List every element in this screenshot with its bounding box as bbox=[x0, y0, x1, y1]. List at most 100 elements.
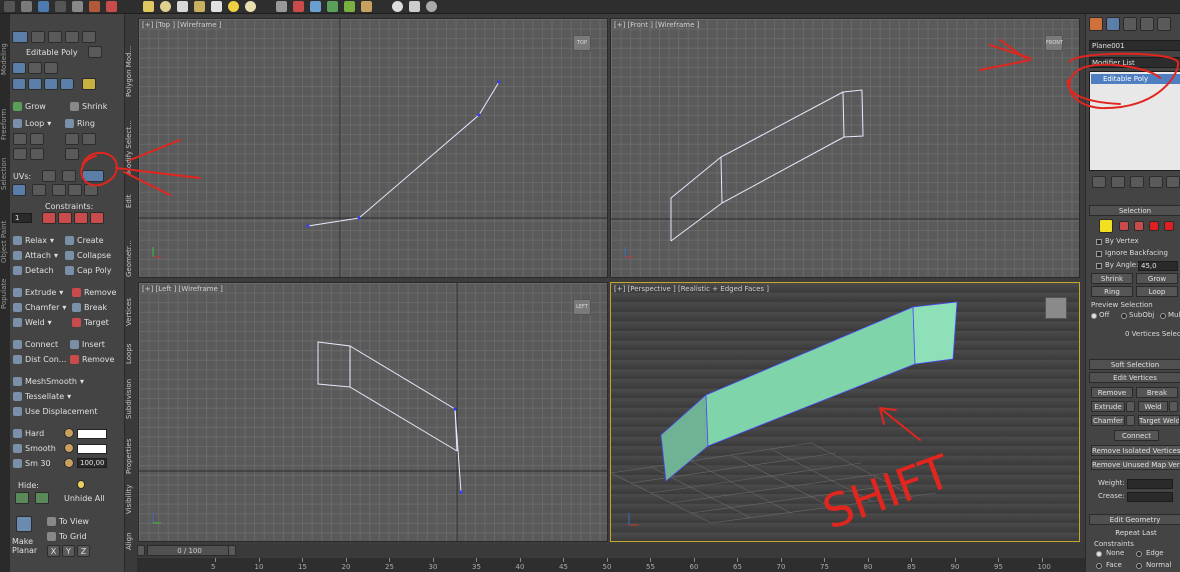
select-icon-a[interactable] bbox=[13, 133, 27, 145]
uv-icon-4[interactable] bbox=[68, 184, 82, 196]
preview-multi-radio[interactable] bbox=[1160, 313, 1166, 319]
to-view-button[interactable]: To View bbox=[47, 515, 89, 528]
weld-button-cmd[interactable]: Weld bbox=[1138, 401, 1168, 412]
dist-connect-button[interactable]: Dist Con... bbox=[13, 353, 66, 366]
cone-icon[interactable] bbox=[211, 1, 222, 12]
constraint-icon-2[interactable] bbox=[58, 212, 72, 224]
object-name-field[interactable]: Plane001 bbox=[1089, 40, 1180, 51]
panel-title-modify-selection[interactable]: Modify Select... bbox=[125, 112, 137, 182]
preview-off-radio[interactable] bbox=[1091, 313, 1097, 319]
ignore-backfacing-checkbox[interactable] bbox=[1096, 251, 1102, 257]
remove-isolated-vertices-button[interactable]: Remove Isolated Vertices bbox=[1091, 445, 1180, 456]
edit-geometry-rollout-header[interactable]: Edit Geometry bbox=[1089, 514, 1180, 525]
panel-title-visibility[interactable]: Visibility bbox=[125, 479, 137, 519]
create-tab[interactable] bbox=[1089, 17, 1103, 31]
viewcube-front[interactable]: FRONT bbox=[1045, 35, 1063, 51]
render-icon[interactable] bbox=[89, 1, 100, 12]
grow-button-cmd[interactable]: Grow bbox=[1136, 273, 1178, 284]
detach-button[interactable]: Detach bbox=[13, 264, 54, 277]
color-swatch-2[interactable] bbox=[77, 444, 107, 454]
break-button[interactable]: Break bbox=[72, 301, 107, 314]
viewport-front[interactable]: [+] [Front ] [Wireframe ] FRONT bbox=[610, 18, 1080, 278]
stack-item-editable-poly[interactable]: Editable Poly bbox=[1091, 74, 1180, 84]
remove-loop-button[interactable]: Remove bbox=[70, 353, 114, 366]
preview-subobj-radio[interactable] bbox=[1121, 313, 1127, 319]
cylinder-icon[interactable] bbox=[177, 1, 188, 12]
element-mode-button[interactable] bbox=[82, 31, 96, 43]
planar-z-button[interactable]: Z bbox=[77, 545, 90, 557]
viewport-left[interactable]: [+] [Left ] [Wireframe ] LEFT bbox=[138, 282, 608, 542]
element-subobject-button[interactable] bbox=[1164, 221, 1174, 231]
configure-modifier-icon[interactable] bbox=[1166, 176, 1180, 188]
curve-icon[interactable] bbox=[310, 1, 321, 12]
motion-icon[interactable] bbox=[55, 1, 66, 12]
polygon-mode-button[interactable] bbox=[65, 31, 79, 43]
remove-modifier-icon[interactable] bbox=[1149, 176, 1163, 188]
repeat-last-button[interactable]: Repeat Last bbox=[1091, 528, 1180, 539]
vertex-subobject-button[interactable] bbox=[1099, 219, 1113, 233]
weld-settings-button[interactable] bbox=[1169, 401, 1178, 412]
polygon-subobject-button[interactable] bbox=[1149, 221, 1159, 231]
cap-poly-button[interactable]: Cap Poly bbox=[65, 264, 112, 277]
box-icon[interactable] bbox=[143, 1, 154, 12]
chamfer-button[interactable]: Chamfer ▾ bbox=[13, 301, 66, 314]
show-result-button[interactable] bbox=[12, 62, 26, 74]
modifier-icon-1[interactable] bbox=[12, 78, 26, 90]
panel-title-subdivision[interactable]: Subdivision bbox=[125, 374, 137, 424]
tab-object-paint[interactable]: Object Paint bbox=[0, 219, 10, 264]
selection-rollout-header[interactable]: Selection bbox=[1089, 205, 1180, 216]
viewcube-perspective[interactable] bbox=[1045, 297, 1067, 319]
loop-button[interactable]: Loop ▾ bbox=[13, 117, 51, 130]
soft-selection-button[interactable] bbox=[44, 62, 58, 74]
modifier-icon-3[interactable] bbox=[44, 78, 58, 90]
connect-button[interactable]: Connect bbox=[13, 338, 58, 351]
relax-button[interactable]: Relax ▾ bbox=[13, 234, 54, 247]
border-subobject-button[interactable] bbox=[1134, 221, 1144, 231]
pin-stack-button[interactable] bbox=[88, 46, 102, 58]
modifier-icon-4[interactable] bbox=[60, 78, 74, 90]
tab-freeform[interactable]: Freeform bbox=[0, 104, 10, 144]
hierarchy-icon[interactable] bbox=[38, 1, 49, 12]
hierarchy-tab[interactable] bbox=[1123, 17, 1137, 31]
create-button[interactable]: Create bbox=[65, 234, 104, 247]
modify-tab[interactable] bbox=[1106, 17, 1120, 31]
make-planar-button[interactable]: Make Planar bbox=[12, 536, 38, 556]
target-weld-button-cmd[interactable]: Target Weld bbox=[1138, 415, 1180, 426]
color-swatch-1[interactable] bbox=[77, 429, 107, 439]
hide-unselected-button[interactable] bbox=[35, 492, 49, 504]
select-icon-g[interactable] bbox=[65, 148, 79, 160]
border-mode-button[interactable] bbox=[48, 31, 62, 43]
sun-icon[interactable] bbox=[82, 78, 96, 90]
by-angle-checkbox[interactable] bbox=[1096, 263, 1102, 269]
select-icon-d[interactable] bbox=[82, 133, 96, 145]
viewport-left-label[interactable]: [+] [Left ] [Wireframe ] bbox=[142, 285, 223, 293]
extrude-button[interactable]: Extrude ▾ bbox=[13, 286, 63, 299]
loop-button-cmd[interactable]: Loop bbox=[1136, 286, 1178, 297]
weld-button[interactable]: Weld ▾ bbox=[13, 316, 52, 329]
sphere-icon[interactable] bbox=[160, 1, 171, 12]
panel-title-loops[interactable]: Loops bbox=[125, 339, 137, 369]
by-vertex-checkbox[interactable] bbox=[1096, 239, 1102, 245]
constraint-none-radio[interactable] bbox=[1096, 551, 1102, 557]
uv-icon-5[interactable] bbox=[84, 184, 98, 196]
scatter-uv-icon[interactable] bbox=[62, 170, 76, 182]
collapse-button[interactable]: Collapse bbox=[65, 249, 111, 262]
material-sphere-icon[interactable] bbox=[392, 1, 403, 12]
remove-unused-map-verts-button[interactable]: Remove Unused Map Verts bbox=[1091, 459, 1180, 470]
constraint-icon-1[interactable] bbox=[42, 212, 56, 224]
smooth-button[interactable]: Smooth bbox=[13, 442, 56, 455]
uv-icon-3[interactable] bbox=[52, 184, 66, 196]
extrude-button-cmd[interactable]: Extrude bbox=[1091, 401, 1125, 412]
modify-icon[interactable] bbox=[21, 1, 32, 12]
modifier-list-dropdown[interactable]: Modifier List bbox=[1089, 57, 1180, 68]
modifier-icon-2[interactable] bbox=[28, 78, 42, 90]
constraint-spinner[interactable]: 1 bbox=[12, 213, 32, 223]
brush-icon[interactable] bbox=[361, 1, 372, 12]
geosphere-icon[interactable] bbox=[245, 1, 256, 12]
connect-button-cmd[interactable]: Connect bbox=[1114, 430, 1159, 441]
grow-button[interactable]: Grow bbox=[13, 100, 46, 113]
tab-selection[interactable]: Selection bbox=[0, 154, 10, 194]
viewport-perspective[interactable]: [+] [Perspective ] [Realistic + Edged Fa… bbox=[610, 282, 1080, 542]
select-icon-e[interactable] bbox=[13, 148, 27, 160]
planar-x-button[interactable]: X bbox=[47, 545, 60, 557]
